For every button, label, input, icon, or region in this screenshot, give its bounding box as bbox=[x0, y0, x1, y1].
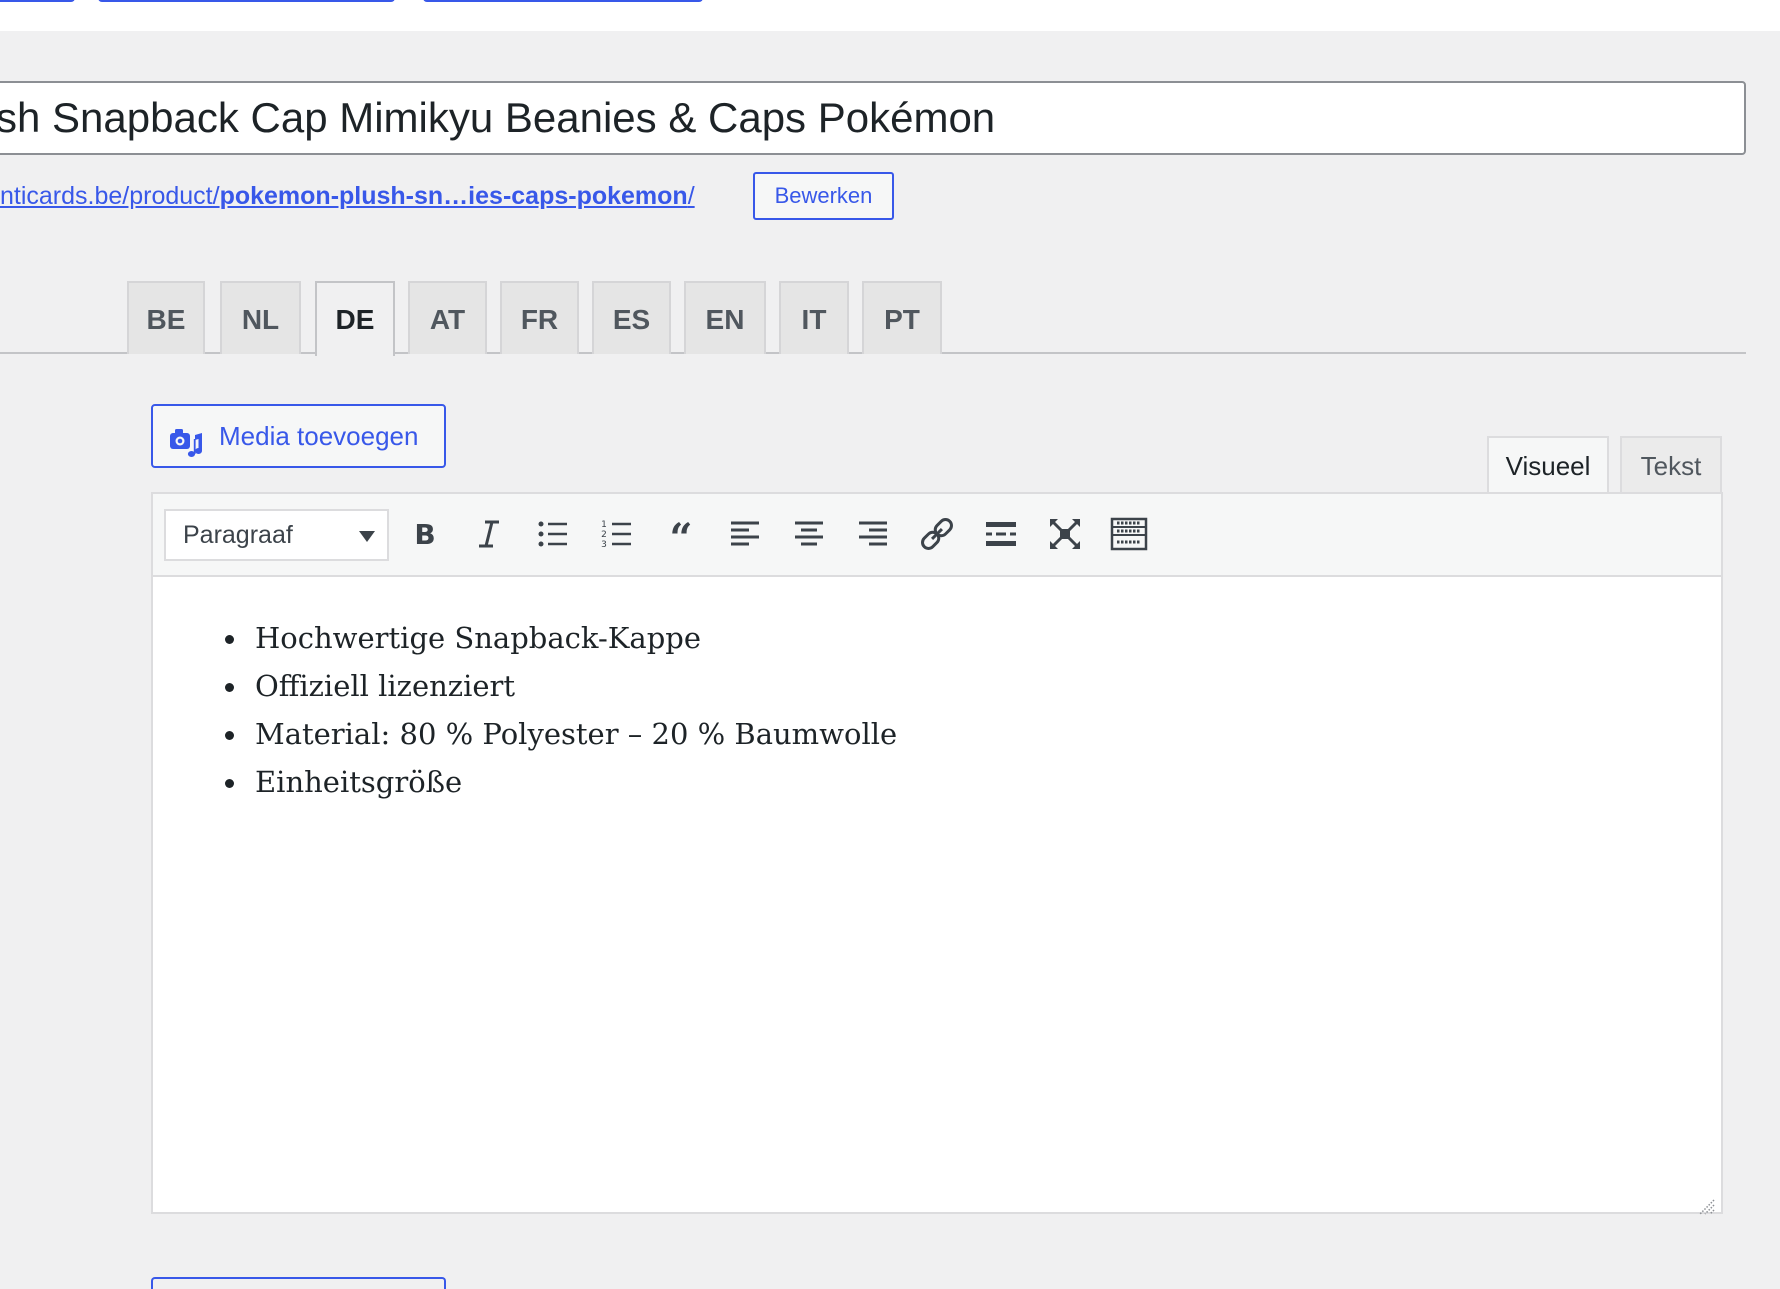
list-item: Hochwertige Snapback-Kappe bbox=[225, 614, 897, 662]
align-left-button[interactable] bbox=[725, 514, 765, 554]
resize-grip-icon[interactable] bbox=[1697, 1188, 1715, 1215]
bold-button[interactable]: B bbox=[405, 514, 445, 554]
editor-content-area[interactable]: Hochwertige Snapback-Kappe Offiziell liz… bbox=[153, 577, 1721, 1215]
editor-toolbar: Paragraaf B 1 2 3 “ bbox=[153, 494, 1721, 577]
italic-icon bbox=[479, 520, 499, 548]
align-center-icon bbox=[795, 521, 823, 546]
read-more-button[interactable] bbox=[981, 514, 1021, 554]
media-add-icon bbox=[169, 420, 203, 457]
bullet-list-icon bbox=[538, 521, 567, 547]
svg-text:1: 1 bbox=[601, 520, 607, 530]
blockquote-icon: “ bbox=[669, 515, 692, 554]
numbered-list-button[interactable]: 1 2 3 bbox=[597, 514, 637, 554]
header-button[interactable] bbox=[0, 0, 75, 2]
align-right-icon bbox=[859, 521, 887, 546]
svg-text:“: “ bbox=[669, 515, 692, 554]
metabox-button[interactable] bbox=[151, 1277, 446, 1289]
list-item: Material: 80 % Polyester – 20 % Baumwoll… bbox=[225, 710, 897, 758]
post-title-text: sh Snapback Cap Mimikyu Beanies & Caps P… bbox=[0, 94, 996, 141]
svg-text:B: B bbox=[414, 518, 435, 551]
permalink-slug: pokemon-plush-sn…ies-caps-pokemon bbox=[219, 182, 688, 210]
numbered-list-icon: 1 2 3 bbox=[601, 520, 631, 550]
link-icon bbox=[921, 518, 953, 550]
list-item: Einheitsgröße bbox=[225, 758, 897, 806]
header-button[interactable] bbox=[423, 0, 703, 2]
edit-permalink-button[interactable]: Bewerken bbox=[753, 172, 894, 220]
language-tab-pt[interactable]: PT bbox=[862, 281, 942, 354]
language-tab-es[interactable]: ES bbox=[592, 281, 671, 354]
format-select-value: Paragraaf bbox=[183, 521, 293, 549]
add-media-label: Media toevoegen bbox=[219, 421, 419, 451]
language-tab-nl[interactable]: NL bbox=[220, 281, 301, 354]
format-select[interactable]: Paragraaf bbox=[164, 509, 389, 561]
language-tab-de[interactable]: DE bbox=[315, 281, 395, 356]
fullscreen-button[interactable] bbox=[1045, 514, 1085, 554]
toolbar-toggle-button[interactable] bbox=[1109, 514, 1149, 554]
permalink-trailing: / bbox=[687, 182, 695, 210]
permalink: nticards.be/product/pokemon-plush-sn…ies… bbox=[0, 176, 695, 216]
blockquote-button[interactable]: “ bbox=[661, 514, 701, 554]
language-tab-fr[interactable]: FR bbox=[500, 281, 579, 354]
language-tab-at[interactable]: AT bbox=[408, 281, 487, 354]
top-header-bar bbox=[0, 0, 1780, 31]
align-left-icon bbox=[731, 521, 759, 546]
fullscreen-icon bbox=[1049, 518, 1081, 550]
align-right-button[interactable] bbox=[853, 514, 893, 554]
language-tab-en[interactable]: EN bbox=[684, 281, 766, 354]
language-tab-it[interactable]: IT bbox=[779, 281, 849, 354]
language-tab-be[interactable]: BE bbox=[127, 281, 205, 354]
bold-icon: B bbox=[414, 518, 435, 551]
permalink-link[interactable]: nticards.be/product/pokemon-plush-sn…ies… bbox=[0, 182, 695, 210]
toolbar-toggle-icon bbox=[1110, 517, 1148, 551]
insert-link-button[interactable] bbox=[917, 514, 957, 554]
svg-text:2: 2 bbox=[601, 530, 607, 540]
add-media-button[interactable]: Media toevoegen bbox=[151, 404, 446, 468]
chevron-down-icon bbox=[359, 531, 375, 542]
permalink-base: nticards.be/product/ bbox=[0, 182, 220, 210]
bullet-list: Hochwertige Snapback-Kappe Offiziell liz… bbox=[225, 614, 897, 806]
italic-button[interactable] bbox=[469, 514, 509, 554]
content-editor: Paragraaf B 1 2 3 “ Hochwertige Snapback… bbox=[151, 492, 1723, 1215]
header-button[interactable] bbox=[98, 0, 395, 2]
tab-text[interactable]: Tekst bbox=[1620, 436, 1722, 494]
post-title-input[interactable]: sh Snapback Cap Mimikyu Beanies & Caps P… bbox=[0, 81, 1746, 155]
tab-visual[interactable]: Visueel bbox=[1487, 436, 1609, 496]
read-more-icon bbox=[986, 522, 1016, 546]
align-center-button[interactable] bbox=[789, 514, 829, 554]
svg-text:3: 3 bbox=[601, 540, 607, 550]
bullet-list-button[interactable] bbox=[533, 514, 573, 554]
list-item: Offiziell lizenziert bbox=[225, 662, 897, 710]
